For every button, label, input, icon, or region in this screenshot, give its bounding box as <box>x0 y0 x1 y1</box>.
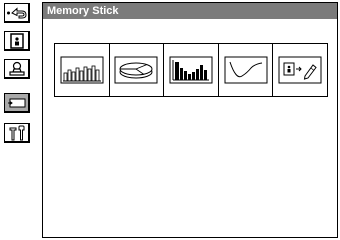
panel-title: Memory Stick <box>43 3 337 19</box>
person-card-button[interactable] <box>4 31 30 51</box>
tools-button[interactable] <box>4 123 30 143</box>
tile-step-bar-chart[interactable] <box>164 44 219 96</box>
bar-chart-icon <box>60 56 104 84</box>
tile-row <box>54 43 328 97</box>
tile-bar-chart[interactable] <box>55 44 110 96</box>
line-graph-icon <box>224 56 268 84</box>
card-to-pen-icon <box>278 56 322 84</box>
back-arrow-icon <box>6 6 28 20</box>
memory-stick-panel: Memory Stick <box>42 2 338 238</box>
step-bar-chart-icon <box>169 56 213 84</box>
tile-pie-chart[interactable] <box>109 44 165 96</box>
memory-stick-button[interactable] <box>4 93 30 113</box>
memory-stick-icon <box>7 97 27 109</box>
tools-icon <box>8 125 26 141</box>
sidebar <box>0 0 36 240</box>
person-card-icon <box>9 32 25 49</box>
back-button[interactable] <box>4 3 30 23</box>
stamp-icon <box>8 61 26 77</box>
tile-line-graph[interactable] <box>218 44 274 96</box>
stamp-button[interactable] <box>4 59 30 79</box>
tile-card-to-pen[interactable] <box>273 44 327 96</box>
pie-chart-icon <box>114 56 158 84</box>
